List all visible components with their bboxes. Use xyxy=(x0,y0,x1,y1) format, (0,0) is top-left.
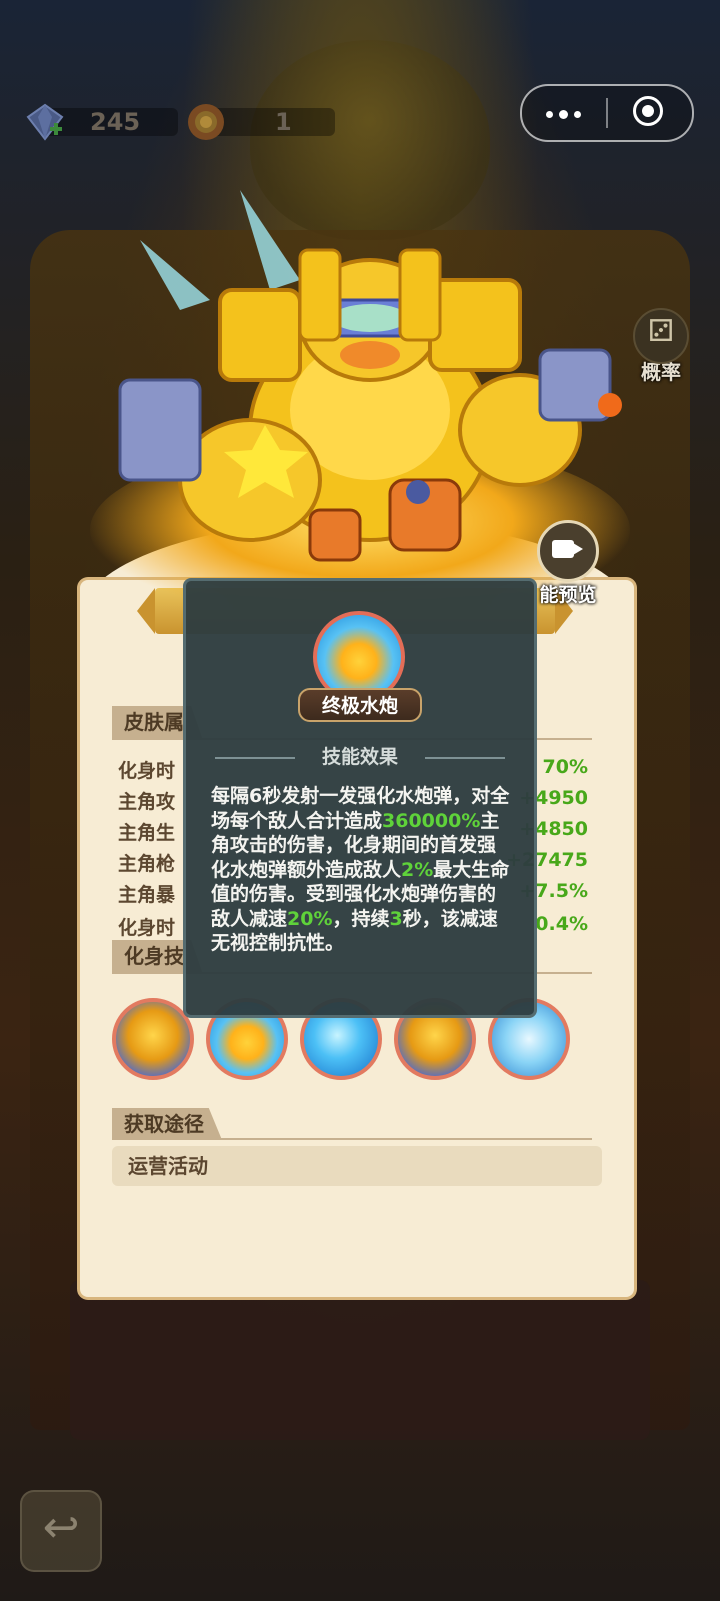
skill-description: 每隔6秒发射一发强化水炮弹，对全场每个敌人合计造成360000%主角攻击的伤害，… xyxy=(211,784,511,956)
video-camera-icon xyxy=(537,520,599,582)
gem-count: 245 xyxy=(90,108,141,136)
attribute-name: 主角枪 xyxy=(118,853,176,875)
desc-text: ，持续 xyxy=(332,907,390,930)
back-arrow-icon[interactable] xyxy=(20,1490,102,1572)
dice-icon xyxy=(633,308,689,364)
skill-preview-button[interactable]: 能预览 xyxy=(528,520,608,606)
desc-highlight: 3 xyxy=(389,907,403,930)
source-section-title: 获取途径 xyxy=(112,1108,222,1140)
more-dots-icon[interactable] xyxy=(546,110,581,119)
attribute-name: 化身时 xyxy=(118,760,176,782)
desc-highlight: 2% xyxy=(401,858,434,881)
source-divider xyxy=(112,1138,592,1140)
capsule-separator xyxy=(606,98,608,128)
skill-preview-label: 能预览 xyxy=(539,584,597,606)
desc-highlight: 20% xyxy=(287,907,333,930)
skill-effect-heading: 技能效果 xyxy=(215,742,505,769)
skill-name: 终极水炮 xyxy=(298,688,422,722)
skill-effect-heading-text: 技能效果 xyxy=(321,746,398,768)
source-value: 运营活动 xyxy=(112,1146,602,1186)
attribute-name: 化身时 xyxy=(118,917,176,939)
miniprogram-capsule xyxy=(520,84,694,142)
attribute-name: 主角生 xyxy=(118,822,176,844)
gem-icon xyxy=(26,103,64,141)
target-circle-icon[interactable] xyxy=(633,96,663,126)
attribute-name: 主角暴 xyxy=(118,884,176,906)
attribute-value: 70% xyxy=(542,756,588,778)
flower-counter: 1 xyxy=(185,104,335,140)
flower-icon xyxy=(188,104,224,140)
gem-counter: 245 xyxy=(24,103,178,141)
mech-duck-icon[interactable] xyxy=(112,998,194,1080)
attribute-name: 主角攻 xyxy=(118,791,176,813)
flower-count: 1 xyxy=(275,108,292,136)
attribute-value: 0.4% xyxy=(535,913,588,935)
background-machine-base xyxy=(70,1280,650,1440)
desc-highlight: 360000% xyxy=(382,809,481,832)
